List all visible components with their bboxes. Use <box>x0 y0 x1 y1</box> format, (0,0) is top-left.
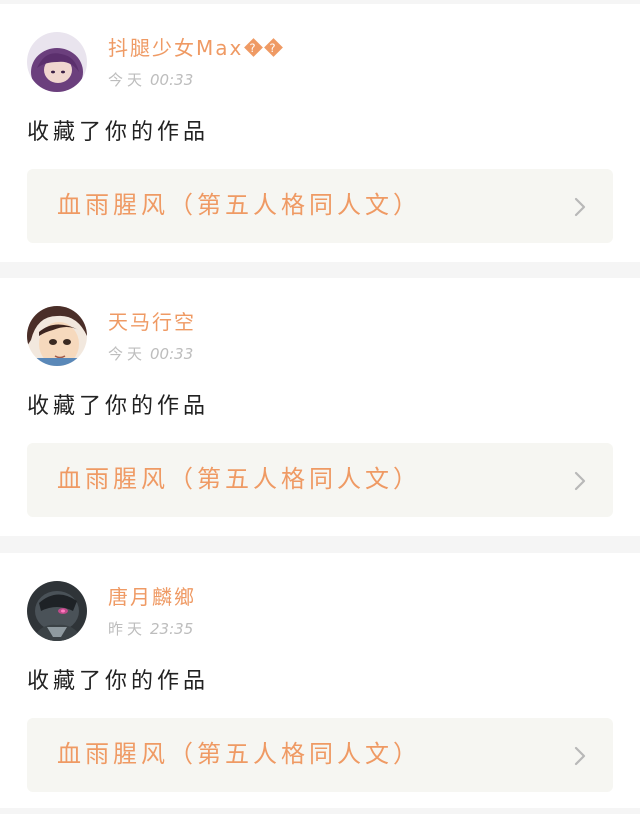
notification-card: 唐月麟鄉 昨天 23:35 收藏了你的作品 血雨腥风（第五人格同人文） <box>0 553 640 808</box>
svg-text:?: ? <box>250 41 258 55</box>
user-avatar[interactable] <box>27 306 87 366</box>
timestamp: 昨天 23:35 <box>108 619 193 639</box>
action-text: 收藏了你的作品 <box>27 669 210 694</box>
notification-card: 抖腿少女Max?? 今天 00:33 收藏了你的作品 血雨腥风（第五人格同人文） <box>0 4 640 262</box>
timestamp: 今天 00:33 <box>108 344 193 364</box>
chevron-right-icon <box>573 470 587 492</box>
notification-feed: 抖腿少女Max?? 今天00:33 收藏了你的作品 血雨腥风（第五人格同人文） <box>0 0 640 814</box>
action-text: 收藏了你的作品 <box>27 394 210 419</box>
work-title: 血雨腥风（第五人格同人文） <box>57 740 421 768</box>
avatar-dark-character-icon <box>27 581 87 641</box>
timestamp-time: 23:35 <box>150 620 194 638</box>
user-name[interactable]: 天马行空 <box>108 309 196 335</box>
work-title: 血雨腥风（第五人格同人文） <box>57 465 421 493</box>
user-name-text[interactable]: 抖腿少女Max <box>108 36 243 60</box>
svg-text:?: ? <box>270 41 278 55</box>
user-name[interactable]: 唐月麟鄉 <box>108 584 196 610</box>
user-avatar[interactable] <box>27 32 87 92</box>
work-link[interactable]: 血雨腥风（第五人格同人文） <box>27 169 613 243</box>
unknown-glyph-icon: ? <box>264 38 284 57</box>
notification-card: 天马行空 今天 00:33 收藏了你的作品 血雨腥风（第五人格同人文） <box>0 278 640 536</box>
chevron-right-icon <box>573 196 587 218</box>
avatar-anime-boy-icon <box>27 306 87 366</box>
work-title: 血雨腥风（第五人格同人文） <box>57 191 421 219</box>
timestamp: 今天 00:33 <box>108 70 193 90</box>
timestamp-time: 00:33 <box>150 345 194 363</box>
user-name-text[interactable]: 天马行空 <box>108 310 196 334</box>
timestamp-time: 00:33 <box>150 71 194 89</box>
work-link[interactable]: 血雨腥风（第五人格同人文） <box>27 718 613 792</box>
timestamp-day: 今天 <box>108 71 147 89</box>
avatar-purple-hair-icon <box>27 32 87 92</box>
user-avatar[interactable] <box>27 581 87 641</box>
user-name-text[interactable]: 唐月麟鄉 <box>108 585 196 609</box>
timestamp-day: 今天 <box>108 345 147 363</box>
action-text: 收藏了你的作品 <box>27 120 210 145</box>
user-name[interactable]: 抖腿少女Max?? <box>108 35 284 61</box>
chevron-right-icon <box>573 745 587 767</box>
unknown-glyph-icon: ? <box>244 38 264 57</box>
work-link[interactable]: 血雨腥风（第五人格同人文） <box>27 443 613 517</box>
timestamp-day: 昨天 <box>108 620 147 638</box>
